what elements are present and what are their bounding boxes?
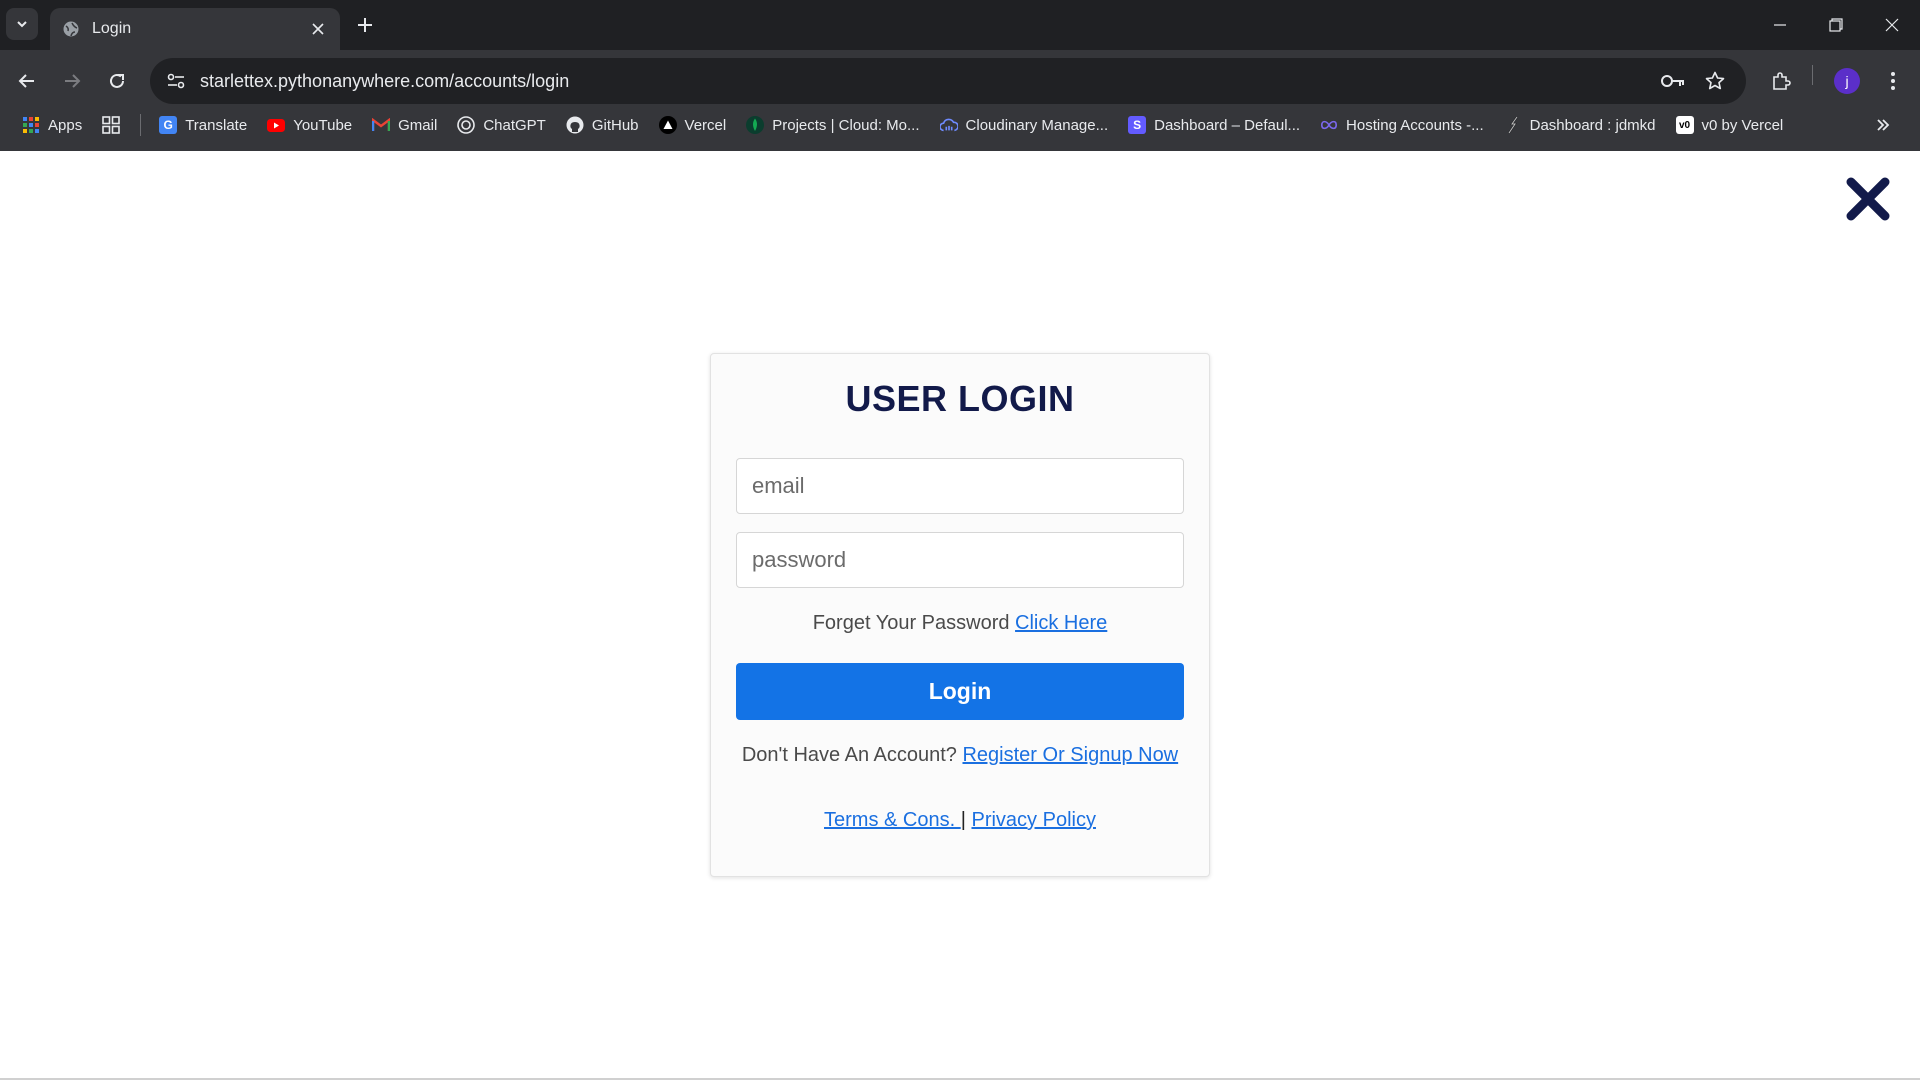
bookmark-pythonanywhere-dashboard[interactable]: Dashboard : jdmkd (1504, 116, 1656, 134)
chevron-down-icon (17, 21, 27, 28)
minimize-icon (1774, 24, 1786, 26)
google-translate-icon: G (159, 116, 178, 134)
mongodb-icon (746, 116, 765, 134)
bookmarks-divider (140, 114, 142, 136)
window-controls (1752, 0, 1920, 50)
star-icon[interactable] (1698, 64, 1732, 98)
close-tab-icon[interactable] (308, 19, 328, 39)
privacy-policy-link[interactable]: Privacy Policy (971, 809, 1095, 831)
bookmark-apps[interactable]: Apps (22, 116, 82, 134)
arrow-right-icon (65, 74, 81, 88)
plus-icon (358, 18, 372, 32)
browser-tab-active[interactable]: Login (50, 8, 340, 50)
bookmark-label: Projects | Cloud: Mo... (772, 116, 920, 134)
address-bar[interactable]: starlettex.pythonanywhere.com/accounts/l… (150, 58, 1746, 104)
bookmark-label: Hosting Accounts -... (1346, 116, 1484, 134)
bookmark-chatgpt[interactable]: ChatGPT (457, 116, 546, 134)
bookmark-label: Gmail (398, 116, 438, 134)
bookmark-label: Translate (185, 116, 248, 134)
login-title: USER LOGIN (845, 378, 1075, 419)
signup-text: Don't Have An Account? (741, 744, 963, 766)
new-tab-button[interactable] (352, 12, 378, 38)
more-vertical-icon (1891, 72, 1895, 90)
infinity-icon (1320, 116, 1338, 134)
url-text[interactable]: starlettex.pythonanywhere.com/accounts/l… (200, 71, 1648, 92)
close-icon[interactable] (1844, 175, 1892, 223)
chevron-double-right-icon (1877, 119, 1890, 131)
tab-groups-button[interactable] (102, 116, 121, 134)
cloudinary-icon (939, 116, 958, 134)
bookmark-gmail[interactable]: Gmail (372, 116, 437, 134)
pythonanywhere-icon (1504, 116, 1522, 134)
bookmark-label: Apps (48, 116, 83, 134)
signup-link[interactable]: Register Or Signup Now (962, 744, 1178, 766)
login-card: USER LOGIN Forget Your Password Click He… (710, 353, 1210, 877)
login-button[interactable]: Login (736, 663, 1184, 720)
browser-tabstrip: Login (0, 0, 1920, 50)
page-content: USER LOGIN Forget Your Password Click He… (0, 151, 1920, 1080)
site-info-icon[interactable] (164, 69, 188, 93)
bookmark-cloudinary[interactable]: Cloudinary Manage... (939, 116, 1109, 134)
tab-title: Login (92, 20, 132, 37)
tab-search-button[interactable] (6, 8, 38, 40)
bookmark-label: ChatGPT (483, 116, 546, 134)
bookmark-youtube[interactable]: YouTube (267, 116, 352, 134)
forward-button[interactable] (55, 64, 89, 98)
close-icon (1885, 18, 1899, 32)
bookmark-label: Dashboard – Defaul... (1154, 116, 1301, 134)
legal-separator: | (960, 809, 966, 831)
bookmark-label: Cloudinary Manage... (965, 116, 1109, 134)
email-field[interactable] (736, 458, 1184, 514)
bookmark-label: YouTube (293, 116, 353, 134)
reload-button[interactable] (100, 64, 134, 98)
bookmark-hosting-accounts[interactable]: Hosting Accounts -... (1320, 116, 1484, 134)
bookmark-github[interactable]: GitHub (566, 116, 639, 134)
forgot-password-text: Forget Your Password (812, 612, 1016, 634)
restore-icon (1829, 18, 1843, 32)
profile-button[interactable]: j (1830, 64, 1864, 98)
password-key-icon[interactable] (1656, 64, 1690, 98)
bookmark-stripe-dashboard[interactable]: S Dashboard – Defaul... (1128, 116, 1300, 134)
restore-button[interactable] (1808, 0, 1864, 50)
back-button[interactable] (10, 64, 44, 98)
bookmarks-bar: Apps G Translate YouTube Gmail ChatGPT G… (0, 105, 1920, 145)
forgot-password-row: Forget Your Password Click Here (736, 612, 1184, 635)
password-field[interactable] (736, 532, 1184, 588)
toolbar-divider (1812, 65, 1813, 85)
reload-icon (110, 73, 124, 88)
bookmark-label: v0 by Vercel (1701, 116, 1784, 134)
github-icon (566, 116, 584, 134)
menu-button[interactable] (1876, 64, 1910, 98)
puzzle-icon (1773, 72, 1791, 90)
chatgpt-icon (457, 116, 476, 134)
terms-link[interactable]: Terms & Cons. (824, 809, 961, 831)
bookmark-v0[interactable]: v0 v0 by Vercel (1675, 116, 1784, 134)
gmail-icon (372, 116, 391, 134)
bookmark-label: Vercel (684, 116, 727, 134)
tab-groups-icon (102, 116, 121, 134)
youtube-icon (267, 116, 286, 134)
legal-links: Terms & Cons. | Privacy Policy (736, 809, 1184, 832)
forgot-password-link[interactable]: Click Here (1015, 612, 1107, 634)
vercel-icon (658, 116, 677, 134)
bookmarks-overflow-button[interactable] (1876, 105, 1890, 145)
extensions-button[interactable] (1764, 64, 1798, 98)
globe-icon (62, 20, 80, 38)
minimize-button[interactable] (1752, 0, 1808, 50)
bookmark-label: Dashboard : jdmkd (1529, 116, 1656, 134)
arrow-left-icon (18, 74, 34, 88)
apps-grid-icon (22, 116, 40, 134)
bookmark-label: GitHub (591, 116, 639, 134)
bookmark-mongodb[interactable]: Projects | Cloud: Mo... (746, 116, 920, 134)
browser-toolbar: starlettex.pythonanywhere.com/accounts/l… (0, 50, 1920, 158)
v0-icon: v0 (1675, 116, 1694, 134)
bookmark-translate[interactable]: G Translate (159, 116, 247, 134)
bookmark-vercel[interactable]: Vercel (658, 116, 727, 134)
close-window-button[interactable] (1864, 0, 1920, 50)
stripe-icon: S (1128, 116, 1147, 134)
signup-row: Don't Have An Account? Register Or Signu… (736, 744, 1184, 767)
avatar: j (1834, 68, 1860, 94)
